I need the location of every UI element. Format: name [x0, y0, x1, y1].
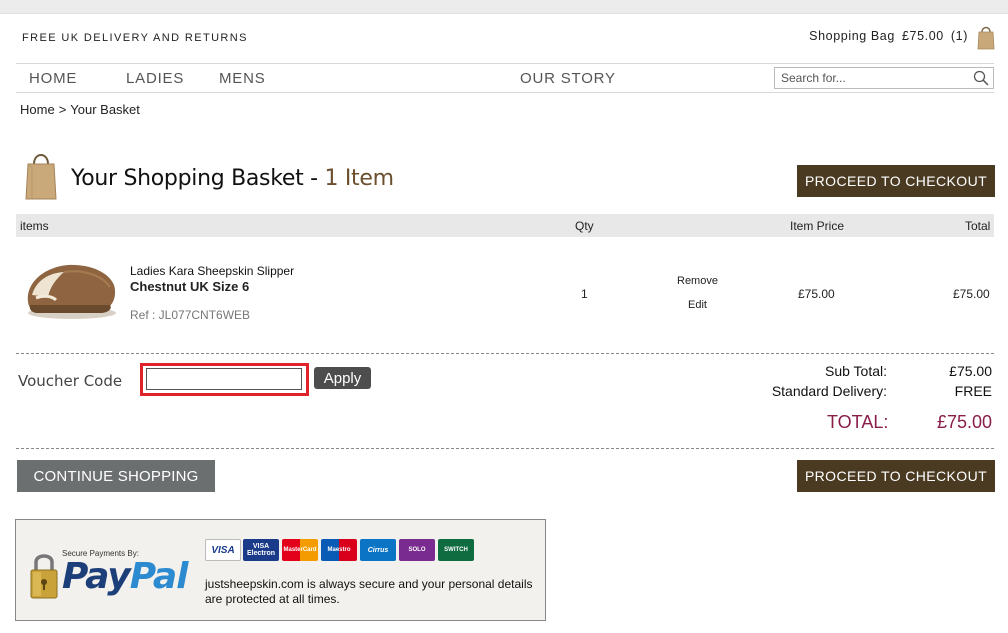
header-items: items: [20, 219, 49, 233]
table-header: items Qty Item Price Total: [16, 214, 994, 237]
product-name[interactable]: Ladies Kara Sheepskin Slipper: [130, 264, 294, 278]
bag-label: Shopping Bag: [809, 29, 895, 43]
maestro-card-icon: Maestro: [321, 539, 357, 561]
free-delivery-banner: FREE UK DELIVERY AND RETURNS: [22, 32, 248, 44]
search-icon[interactable]: [973, 70, 989, 86]
visa-electron-card-icon: VISA Electron: [243, 539, 279, 561]
product-ref: Ref : JL077CNT6WEB: [130, 308, 251, 322]
paypal-logo-pal: Pal: [129, 556, 189, 597]
page-title: Your Shopping Basket - 1 Item: [71, 166, 394, 191]
secure-payments-panel: Secure Payments By: PayPal VISA VISA Ele…: [15, 519, 546, 621]
search-box: [774, 67, 994, 89]
apply-voucher-button[interactable]: Apply: [314, 367, 371, 389]
nav-our-story[interactable]: OUR STORY: [520, 70, 616, 87]
total-value: £75.00: [936, 412, 992, 432]
proceed-to-checkout-button[interactable]: PROCEED TO CHECKOUT: [797, 165, 995, 197]
shopping-bag-summary[interactable]: Shopping Bag £75.00 (1): [806, 29, 968, 43]
divider: [16, 353, 994, 354]
remove-link[interactable]: Remove: [677, 275, 718, 287]
switch-card-icon: SWITCH: [438, 539, 474, 561]
subtotal-value: £75.00: [949, 363, 992, 379]
main-nav: HOME LADIES MENS OUR STORY: [16, 63, 994, 93]
nav-ladies[interactable]: LADIES: [126, 70, 184, 87]
subtotal-label: Sub Total:: [824, 363, 887, 379]
delivery-label: Standard Delivery:: [771, 383, 887, 399]
total-label: TOTAL:: [827, 412, 889, 432]
product-image[interactable]: [22, 255, 118, 321]
header-item-price: Item Price: [790, 219, 845, 233]
header-qty: Qty: [575, 219, 594, 233]
voucher-label: Voucher Code: [18, 372, 123, 390]
shopping-bag-icon: [25, 154, 57, 200]
secure-notice: justsheepskin.com is always secure and y…: [205, 577, 533, 606]
paypal-logo: PayPal: [62, 556, 189, 597]
browser-top-strip: [0, 0, 1008, 14]
divider: [16, 448, 994, 449]
paypal-logo-pay: Pay: [62, 556, 131, 597]
product-total: £75.00: [953, 287, 990, 301]
nav-home[interactable]: HOME: [29, 70, 77, 87]
visa-card-icon: VISA: [205, 539, 241, 561]
item-count: 1 Item: [324, 166, 394, 191]
product-variant: Chestnut UK Size 6: [130, 279, 250, 294]
header-total: Total: [965, 219, 991, 233]
shopping-bag-icon[interactable]: [977, 24, 995, 50]
nav-mens[interactable]: MENS: [219, 70, 266, 87]
delivery-value: FREE: [954, 383, 992, 399]
breadcrumb: Home > Your Basket: [20, 102, 140, 117]
cirrus-card-icon: Cirrus: [360, 539, 396, 561]
breadcrumb-home[interactable]: Home: [20, 102, 55, 117]
edit-link[interactable]: Edit: [688, 299, 707, 311]
continue-shopping-button[interactable]: CONTINUE SHOPPING: [17, 460, 215, 492]
mastercard-card-icon: MasterCard: [282, 539, 318, 561]
search-input[interactable]: [775, 68, 965, 88]
bag-count: (1): [950, 29, 968, 43]
product-price: £75.00: [798, 287, 835, 301]
proceed-to-checkout-button[interactable]: PROCEED TO CHECKOUT: [797, 460, 995, 492]
padlock-icon: [30, 554, 58, 599]
page-title-text: Your Shopping Basket -: [71, 166, 318, 191]
voucher-input[interactable]: [146, 368, 302, 390]
solo-card-icon: SOLO: [399, 539, 435, 561]
breadcrumb-current: Your Basket: [70, 102, 140, 117]
bag-amount: £75.00: [902, 29, 944, 43]
product-qty: 1: [581, 287, 588, 301]
breadcrumb-separator: >: [58, 102, 67, 117]
